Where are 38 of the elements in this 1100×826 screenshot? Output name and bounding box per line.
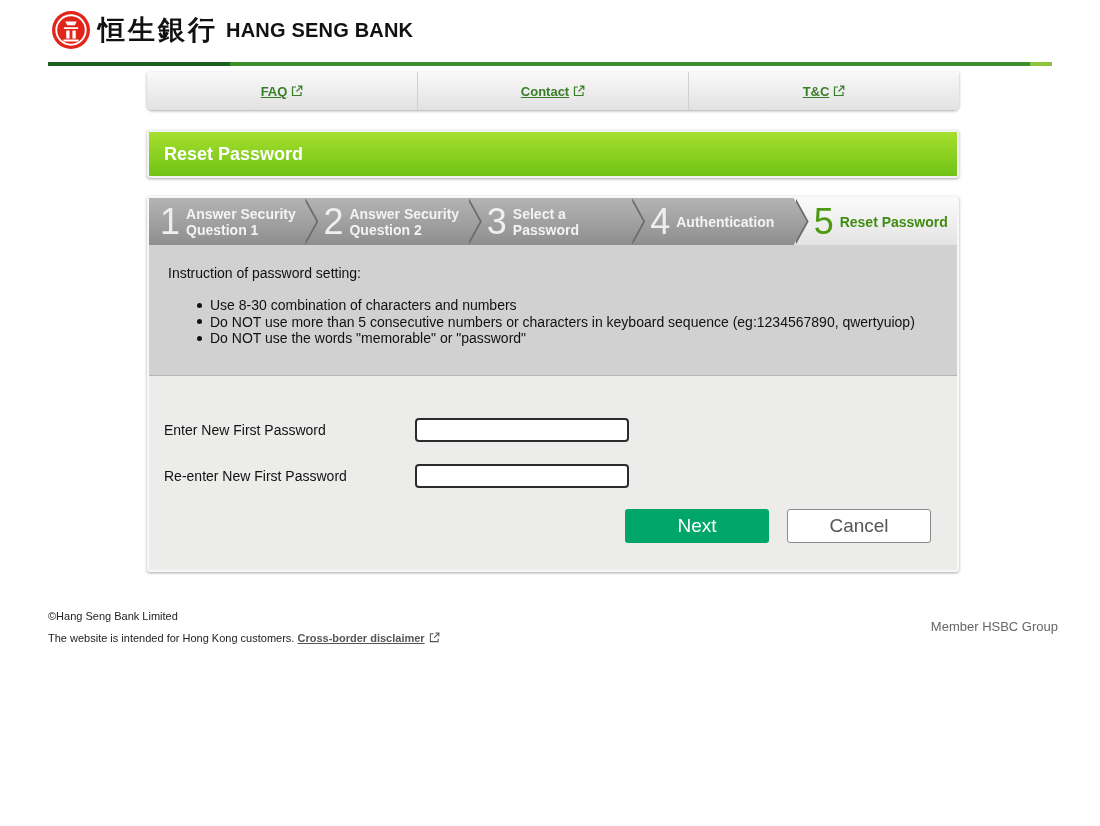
step-label: Reset Password: [839, 213, 948, 230]
step-label: Select a Password: [512, 205, 580, 238]
instruction-text: Use 8-30 combination of characters and numbers: [210, 297, 517, 314]
field-label: Enter New First Password: [164, 422, 327, 438]
external-link-icon: [291, 85, 304, 97]
copyright-text: ©Hang Seng Bank Limited: [48, 608, 179, 623]
field-label: Re-enter New First Password: [164, 468, 348, 484]
step-number: 3: [486, 203, 507, 240]
nav-link[interactable]: T&C: [802, 83, 846, 99]
disclaimer-link[interactable]: Cross-border disclaimer: [297, 630, 440, 645]
group-membership-text: Member HSBC Group: [930, 619, 1058, 634]
password-field[interactable]: [415, 418, 629, 442]
nav-link[interactable]: Contact: [520, 83, 586, 99]
bullet-icon: [197, 319, 202, 325]
external-link-icon: [833, 85, 846, 97]
instruction-text: Do NOT use more than 5 consecutive numbers or characters in keyboard sequence (eg:1234567890, qwertyuiop): [210, 313, 915, 330]
step-label: Authentication: [676, 213, 775, 230]
step-number: 2: [323, 203, 344, 240]
instruction-text: Do NOT use the words "memorable" or "password": [210, 330, 527, 347]
password-field[interactable]: [415, 464, 629, 488]
nav-link[interactable]: FAQ: [260, 83, 304, 99]
logo-chinese-text: 恒生銀行: [98, 15, 218, 45]
logo-wordmark: HANG SENG BANK: [226, 18, 414, 42]
region-notice: The website is intended for Hong Kong customers. Cross-border disclaimer: [48, 630, 440, 645]
bullet-icon: [197, 335, 202, 341]
form-button[interactable]: Cancel: [787, 508, 931, 543]
external-link-icon: [428, 632, 440, 643]
form-button[interactable]: Next: [625, 508, 769, 543]
bullet-icon: [197, 302, 202, 308]
step-number: 5: [813, 203, 834, 240]
page-title: Reset Password: [164, 143, 304, 165]
step-number: 4: [650, 203, 671, 240]
instruction-heading: Instruction of password setting:: [168, 264, 362, 283]
logo-icon: [52, 11, 90, 49]
step-label: Answer Security Question 2: [349, 205, 461, 238]
step-number: 1: [160, 203, 181, 240]
external-link-icon: [573, 85, 586, 97]
step-label: Answer Security Question 1: [186, 205, 297, 238]
